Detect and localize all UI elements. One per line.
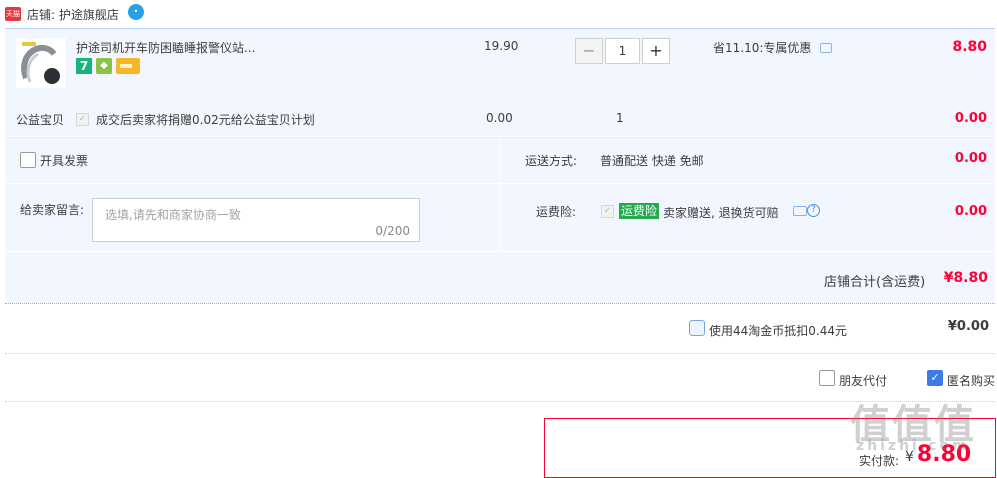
card-icon[interactable] <box>116 58 140 74</box>
invoice-label[interactable]: 开具发票 <box>40 152 88 169</box>
shipping-label: 运送方式: <box>525 154 578 168</box>
charity-price: 0.00 <box>486 111 513 125</box>
shipping-total: 0.00 <box>954 151 987 166</box>
anonymous-label[interactable]: 匿名购买 <box>947 372 995 389</box>
product-image[interactable] <box>16 38 66 88</box>
charity-checkbox: ✓ <box>76 113 89 126</box>
divider <box>5 401 995 402</box>
shop-total-label: 店铺合计(含运费) <box>824 275 926 290</box>
shop-header: 天猫 店铺: 护途旗舰店 • <box>0 0 997 28</box>
watermark-url: zhizhi.com <box>856 438 970 454</box>
anonymous-checkbox[interactable]: ✓ <box>927 370 943 386</box>
coin-deduct-value: ¥0.00 <box>947 319 989 334</box>
coin-deduct-checkbox[interactable] <box>689 320 705 336</box>
invoice-checkbox[interactable] <box>20 152 36 168</box>
quantity-decrease-button[interactable]: − <box>575 38 603 64</box>
insurance-chat-icon[interactable] <box>793 206 807 216</box>
quantity-increase-button[interactable]: + <box>642 38 670 64</box>
coin-deduct-label[interactable]: 使用44淘金币抵扣0.44元 <box>709 322 847 339</box>
shop-total-bar: 店铺合计(含运费) ¥8.80 <box>5 252 995 304</box>
charity-label: 公益宝贝 <box>16 113 65 127</box>
insurance-text: 卖家赠送, 退换货可赔 <box>663 206 779 220</box>
quantity-input[interactable]: 1 <box>605 38 640 64</box>
friend-pay-label[interactable]: 朋友代付 <box>839 372 887 389</box>
message-label: 给卖家留言: <box>20 203 85 217</box>
product-title-link[interactable]: 护途司机开车防困瞌睡报警仪站... <box>76 39 276 56</box>
insurance-total: 0.00 <box>954 204 987 219</box>
order-options: 开具发票 运送方式: 普通配送 快递 免邮 0.00 给卖家留言: 选填,请先和… <box>5 137 995 252</box>
shipping-method: 普通配送 快递 免邮 <box>600 154 704 168</box>
charity-total: 0.00 <box>954 111 987 126</box>
tmall-logo-icon: 天猫 <box>5 7 21 21</box>
unit-price: 19.90 <box>484 39 519 53</box>
divider <box>5 353 995 354</box>
insurance-badge: 运费险 <box>619 203 660 219</box>
insurance-label: 运费险: <box>536 205 577 219</box>
help-icon[interactable]: ? <box>807 204 820 217</box>
shop-total-value: ¥8.80 <box>943 270 988 286</box>
shield-icon[interactable]: ◆ <box>96 58 112 74</box>
wangwang-chat-icon[interactable]: • <box>128 4 144 20</box>
charity-quantity: 1 <box>616 111 624 125</box>
order-item: 护途司机开车防困瞌睡报警仪站... 7 ◆ 19.90 − 1 + 省11.10… <box>5 28 995 136</box>
7-day-return-icon[interactable]: 7 <box>76 58 92 74</box>
shop-name-link[interactable]: 店铺: 护途旗舰店 <box>27 6 119 23</box>
seller-message-input[interactable]: 选填,请先和商家协商一致 0/200 <box>92 198 420 242</box>
message-placeholder: 选填,请先和商家协商一致 <box>105 208 241 222</box>
divider <box>5 183 995 184</box>
message-char-counter: 0/200 <box>375 224 410 238</box>
watermark: 值值值 zhizhi.com <box>850 392 990 462</box>
promotion-chat-icon[interactable] <box>820 43 832 53</box>
divider <box>499 138 500 252</box>
friend-pay-checkbox[interactable] <box>819 370 835 386</box>
insurance-checkbox: ✓ <box>601 205 614 218</box>
promotion-text: 省11.10:专属优惠 <box>713 41 812 55</box>
item-total-price: 8.80 <box>952 39 987 55</box>
charity-text: 成交后卖家将捐赠0.02元给公益宝贝计划 <box>96 113 315 127</box>
